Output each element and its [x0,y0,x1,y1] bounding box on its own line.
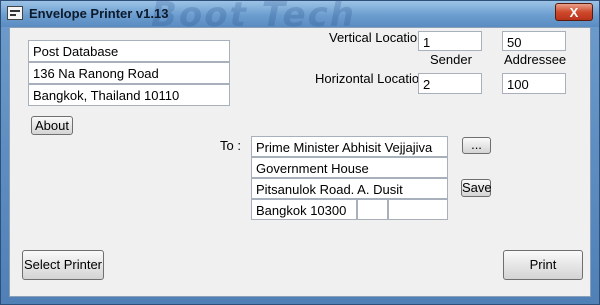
recipient-line4-city-field[interactable]: Bangkok 10300 [251,199,357,220]
recipient-line2-field[interactable]: Government House [251,157,448,178]
recipient-line4-extra-field[interactable] [357,199,388,220]
main-panel: Post Database 136 Na Ranong Road Bangkok… [9,27,591,297]
vertical-addressee-input[interactable]: 50 [502,31,566,51]
close-button[interactable]: X [555,3,593,21]
envelope-app-icon[interactable] [7,6,23,20]
horizontal-addressee-input[interactable]: 100 [502,73,566,94]
to-label: To : [220,138,241,153]
vertical-sender-input[interactable]: 1 [418,31,482,51]
addressee-column-label: Addressee [504,52,567,67]
save-button[interactable]: Save [461,179,492,197]
close-icon: X [569,5,579,20]
sender-line1-field[interactable]: Post Database [28,40,230,62]
window-title: Envelope Printer v1.13 [29,6,169,21]
horizontal-sender-input[interactable]: 2 [418,73,482,94]
sender-column-label: Sender [430,52,472,67]
about-button[interactable]: About [31,116,73,135]
title-bar-watermark: Boot Tech [151,1,356,27]
select-printer-button[interactable]: Select Printer [22,250,104,280]
title-bar[interactable]: Boot Tech Envelope Printer v1.13 X [1,1,599,27]
horizontal-locations-label: Horizontal Locations [315,71,433,86]
vertical-locations-label: Vertical Locations [329,30,431,45]
sender-line3-field[interactable]: Bangkok, Thailand 10110 [28,84,230,106]
app-window: Boot Tech Envelope Printer v1.13 X Post … [0,0,600,305]
sender-line2-field[interactable]: 136 Na Ranong Road [28,62,230,84]
recipient-line1-field[interactable]: Prime Minister Abhisit Vejjajiva [251,136,448,157]
recipient-line4-extra2-field[interactable] [388,199,448,220]
print-button[interactable]: Print [503,250,583,280]
recipient-line3-field[interactable]: Pitsanulok Road. A. Dusit [251,178,448,199]
browse-button[interactable]: ... [462,137,491,154]
